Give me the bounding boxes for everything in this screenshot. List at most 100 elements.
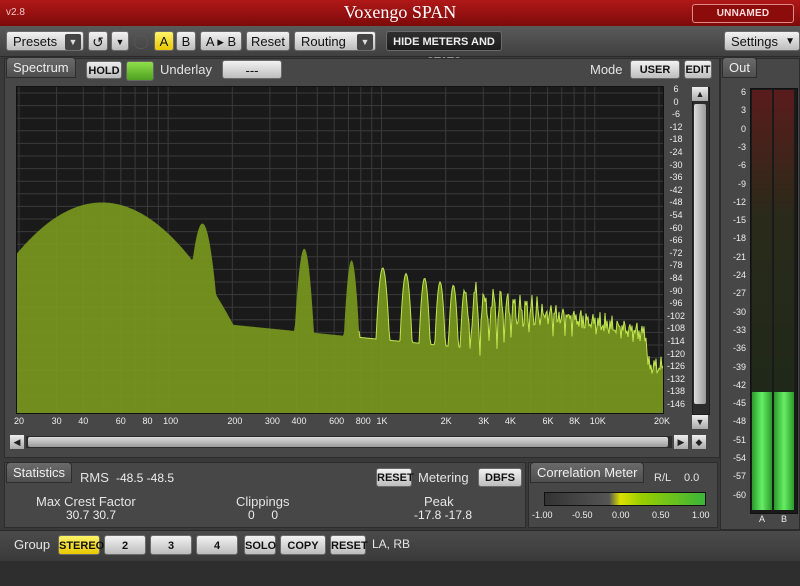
db-tick-label: -114	[667, 336, 685, 346]
tab-spectrum[interactable]: Spectrum	[6, 57, 76, 78]
undo-history-chevron-icon[interactable]: ▼	[111, 31, 129, 51]
scroll-left-icon[interactable]: ◀	[10, 435, 24, 449]
metering-label: Metering	[418, 470, 469, 485]
chevron-down-icon: ▼	[785, 36, 795, 47]
out-db-tick-label: -24	[732, 270, 746, 280]
metering-select[interactable]: DBFS	[478, 468, 522, 487]
tab-statistics[interactable]: Statistics	[6, 462, 73, 483]
reset-button[interactable]: Reset	[246, 31, 290, 51]
presets-label: Presets	[13, 34, 58, 49]
scroll-up-icon[interactable]: ▲	[692, 87, 708, 101]
spectrum-graph[interactable]	[16, 86, 664, 414]
underlay-select[interactable]: ---	[222, 60, 282, 79]
frequency-tick-label: 8K	[569, 416, 581, 426]
app-title: Voxengo SPAN	[343, 2, 457, 22]
out-db-tick-label: -6	[737, 160, 746, 171]
out-db-tick-label: -9	[737, 178, 746, 189]
out-db-tick-label: -21	[732, 251, 746, 262]
out-db-tick-label: -48	[732, 416, 746, 427]
zoom-reset-icon[interactable]: ◆	[692, 435, 706, 449]
statistics-reset-button[interactable]: RESET	[376, 468, 414, 487]
db-tick-label: -120	[666, 348, 685, 359]
copy-a-to-b-button[interactable]: A ▸ B	[200, 31, 242, 51]
hold-button[interactable]: HOLD	[86, 61, 122, 79]
out-db-tick-label: -45	[732, 398, 746, 409]
frequency-tick-label: 10K	[589, 416, 606, 426]
out-db-tick-label: -60	[732, 489, 746, 500]
channel-a-label: A	[758, 514, 765, 524]
frequency-tick-label: 2K	[440, 416, 452, 426]
routing-button[interactable]: Routing ▼	[294, 31, 376, 51]
group-2-button[interactable]: 2	[104, 535, 146, 555]
db-tick-label: 6	[673, 84, 679, 94]
meter-a-level	[752, 391, 772, 510]
out-db-tick-label: -51	[732, 434, 746, 445]
frequency-tick-label: 6K	[542, 416, 554, 426]
group-4-button[interactable]: 4	[196, 535, 238, 555]
group-3-button[interactable]: 3	[150, 535, 192, 555]
presets-button[interactable]: Presets ▼	[6, 31, 84, 51]
out-db-tick-label: 0	[740, 123, 746, 134]
frequency-tick-label: 3K	[478, 416, 490, 426]
toolbar: Presets ▼ ↺ ▼ A B A ▸ B Reset Routing ▼ …	[0, 26, 800, 68]
preset-b-button[interactable]: B	[176, 31, 196, 51]
frequency-tick-label: 60	[115, 416, 126, 426]
frequency-tick-label: 200	[227, 416, 243, 426]
frequency-tick-label: 800	[355, 416, 371, 426]
frequency-tick-label: 600	[329, 416, 345, 426]
frequency-tick-label: 4K	[504, 416, 516, 426]
redo-icon[interactable]	[134, 35, 148, 49]
mode-label: Mode	[590, 62, 623, 77]
footer-strip	[0, 561, 800, 586]
horizontal-scroll-thumb[interactable]	[28, 437, 668, 447]
db-tick-label: -36	[669, 172, 683, 183]
spectrum-fill	[17, 202, 663, 413]
vertical-scroll-thumb[interactable]	[694, 104, 706, 404]
mode-edit-button[interactable]: EDIT	[684, 60, 712, 79]
out-db-tick-label: 6	[740, 87, 746, 97]
hide-meters-button[interactable]: HIDE METERS AND STATS	[386, 31, 502, 68]
db-tick-label: -132	[666, 373, 685, 384]
instance-name-button[interactable]: UNNAMED INSTANCE	[692, 4, 794, 36]
db-tick-label: -138	[666, 386, 685, 397]
out-db-tick-label: -12	[732, 196, 746, 207]
clippings-values: 0 0	[248, 508, 279, 522]
tab-correlation-meter: Correlation Meter	[530, 462, 645, 483]
rms-label: RMS	[80, 470, 109, 485]
mode-user-button[interactable]: USER	[630, 60, 680, 79]
settings-button[interactable]: Settings ▼	[724, 31, 800, 51]
undo-icon[interactable]: ↺	[88, 31, 108, 51]
db-tick-label: -54	[669, 210, 683, 220]
rl-label: R/L	[654, 472, 672, 484]
frequency-tick-label: 100	[163, 416, 179, 426]
frequency-tick-label: 80	[142, 416, 153, 426]
out-db-tick-label: -36	[732, 343, 746, 354]
meter-b-level	[774, 391, 794, 510]
db-tick-label: -60	[669, 222, 683, 233]
solo-button[interactable]: SOLO	[244, 535, 276, 555]
tab-out: Out	[722, 57, 757, 78]
chevron-down-icon: ▼	[65, 34, 81, 50]
db-tick-label: -12	[669, 121, 683, 132]
db-tick-label: -18	[669, 134, 683, 145]
scroll-down-icon[interactable]: ▼	[692, 415, 708, 429]
out-db-tick-label: -33	[732, 324, 746, 335]
db-tick-label: 0	[673, 96, 679, 107]
correlation-tick-label: -0.50	[572, 510, 593, 520]
db-tick-label: -90	[669, 285, 683, 296]
copy-to-button[interactable]: COPY TO	[280, 535, 326, 572]
db-tick-label: -72	[669, 247, 683, 258]
scroll-right-icon[interactable]: ▶	[674, 435, 688, 449]
correlation-value: 0.0	[684, 472, 700, 484]
correlation-tick-label: 0.00	[612, 510, 630, 520]
db-tick-label: -146	[666, 399, 685, 409]
group-stereo-button[interactable]: STEREO	[58, 535, 104, 555]
correlation-tick-label: 0.50	[652, 510, 670, 520]
preset-a-button[interactable]: A	[154, 31, 174, 51]
group-reset-button[interactable]: RESET	[330, 535, 368, 555]
out-db-tick-label: -15	[732, 215, 746, 226]
out-db-tick-label: -54	[732, 453, 746, 463]
clippings-label: Clippings	[236, 494, 290, 509]
hold-color-swatch[interactable]	[126, 61, 154, 81]
rms-values: -48.5 -48.5	[116, 471, 175, 485]
